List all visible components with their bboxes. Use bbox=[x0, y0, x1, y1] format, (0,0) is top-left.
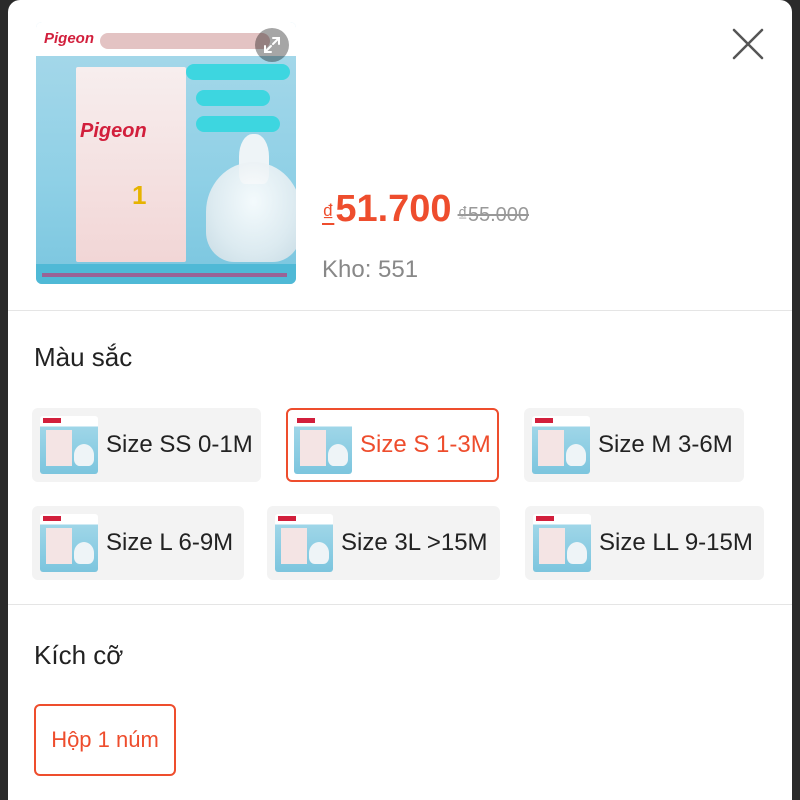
variant-label: Size L 6-9M bbox=[106, 529, 234, 556]
stock-count: Kho: 551 bbox=[322, 256, 419, 283]
variant-option[interactable]: Size L 6-9M bbox=[32, 506, 244, 580]
thumb-banner bbox=[100, 33, 270, 49]
package-number: 1 bbox=[132, 180, 147, 210]
variant-option[interactable]: Size SS 0-1M bbox=[32, 408, 261, 482]
current-price: 51.700 bbox=[335, 188, 452, 230]
thumb-package bbox=[76, 67, 186, 262]
expand-icon[interactable] bbox=[255, 28, 289, 62]
price-row: ₫ 51.700 ₫55.000 bbox=[322, 188, 529, 231]
close-icon[interactable] bbox=[728, 24, 768, 64]
variant-label: Size M 3-6M bbox=[598, 431, 733, 458]
variant-option[interactable]: Size LL 9-15M bbox=[525, 506, 764, 580]
thumb-chip bbox=[196, 116, 280, 132]
size-option-selected[interactable]: Hộp 1 núm bbox=[34, 704, 176, 776]
thumb-chip bbox=[186, 64, 290, 80]
section-title-color: Màu sắc bbox=[34, 342, 133, 372]
variant-thumbnail bbox=[532, 416, 590, 474]
price-currency: ₫ bbox=[322, 200, 335, 227]
brand-logo: Pigeon bbox=[44, 30, 95, 47]
variant-option-selected[interactable]: Size S 1-3M bbox=[286, 408, 499, 482]
variant-thumbnail bbox=[40, 416, 98, 474]
divider bbox=[8, 310, 792, 311]
variant-label: Size LL 9-15M bbox=[599, 529, 753, 556]
package-logo: Pigeon bbox=[80, 120, 147, 142]
thumb-nipple-base bbox=[206, 162, 296, 262]
section-title-size: Kích cỡ bbox=[34, 640, 124, 670]
product-image[interactable]: Pigeon Pigeon 1 bbox=[36, 22, 296, 284]
variant-thumbnail bbox=[533, 514, 591, 572]
original-price: ₫55.000 bbox=[457, 204, 529, 226]
variant-thumbnail bbox=[275, 514, 333, 572]
variant-label: Size 3L >15M bbox=[341, 529, 488, 556]
variant-label: Size S 1-3M bbox=[360, 431, 491, 458]
thumb-footer-text bbox=[42, 273, 287, 277]
variant-option[interactable]: Size M 3-6M bbox=[524, 408, 744, 482]
size-option-label: Hộp 1 núm bbox=[51, 727, 159, 752]
variant-picker-sheet: Pigeon Pigeon 1 ₫ 51.700 ₫55.000 Kho: 55… bbox=[8, 0, 792, 800]
variant-thumbnail bbox=[40, 514, 98, 572]
variant-option[interactable]: Size 3L >15M bbox=[267, 506, 500, 580]
divider bbox=[8, 604, 792, 605]
variant-thumbnail bbox=[294, 416, 352, 474]
thumb-chip bbox=[196, 90, 270, 106]
variant-label: Size SS 0-1M bbox=[106, 431, 253, 458]
